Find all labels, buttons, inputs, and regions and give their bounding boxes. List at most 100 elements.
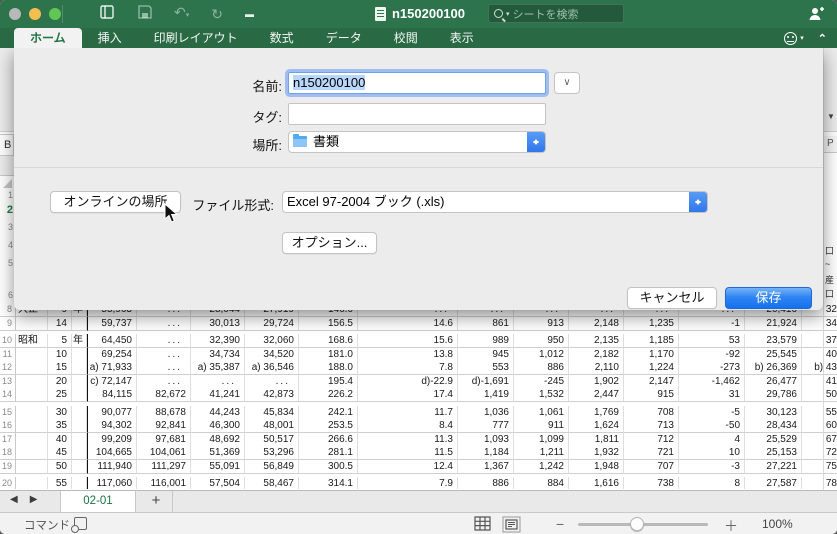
ribbon-tab-4[interactable]: データ [310, 28, 378, 48]
grid-cell: 14.6 [358, 316, 458, 331]
grid-cell: 50 [48, 459, 72, 474]
grid-cell [72, 459, 87, 474]
sheet-tabstrip: ◀ ▶ 02-01 + [0, 490, 837, 512]
row-header[interactable]: 2 [0, 204, 13, 216]
sheet-tab-02-01[interactable]: 02-01 [60, 491, 136, 512]
grid-cell: 48,001 [245, 419, 299, 433]
grid-cell: 989 [458, 334, 514, 348]
save-button[interactable]: 保存 [725, 287, 812, 309]
tags-field[interactable] [288, 103, 546, 125]
grid-cell: 1,419 [458, 388, 514, 402]
grid-cell [16, 347, 48, 362]
expand-dialog-button[interactable]: ∨ [554, 72, 580, 94]
filename-field[interactable]: n150200100 [288, 72, 546, 94]
save-icon[interactable] [138, 5, 152, 23]
grid-cell [72, 432, 87, 447]
feedback-smiley-icon[interactable]: ▾ [784, 31, 804, 45]
ribbon-tab-1[interactable]: 挿入 [82, 28, 138, 48]
grid-cell: 11.3 [358, 432, 458, 447]
grid-cell: d)-22.9 [358, 374, 458, 389]
grid-cell: -92 [679, 347, 745, 362]
zoom-in-button[interactable]: ＋ [724, 516, 738, 534]
column-header-p[interactable]: P [824, 136, 837, 153]
grid-cell: -245 [514, 374, 569, 389]
grid-cell: 12.4 [358, 459, 458, 474]
grid-cell: -1,462 [679, 374, 745, 389]
grid-cell: 226.2 [299, 388, 358, 402]
grid-cell: 14 [48, 316, 72, 331]
ribbon-tab-2[interactable]: 印刷レイアウト [138, 28, 254, 48]
sidebar-toggle-icon[interactable] [100, 5, 116, 23]
zoom-out-button[interactable]: − [556, 516, 564, 532]
grid-cell: 11.7 [358, 405, 458, 420]
grid-cell: ... [137, 334, 191, 348]
grid-cell: 45 [48, 446, 72, 460]
macro-record-icon[interactable] [71, 517, 87, 533]
grid-cell: 1,769 [569, 405, 624, 420]
file-format-dropdown[interactable]: Excel 97-2004 ブック (.xls) [282, 191, 708, 213]
grid-cell: 20 [48, 374, 72, 389]
grid-cell: 1,061 [514, 405, 569, 420]
grid-cell: 2,135 [569, 334, 624, 348]
chevron-down-icon[interactable]: ▼ [827, 112, 835, 121]
cancel-button[interactable]: キャンセル [627, 287, 717, 309]
ribbon-tab-3[interactable]: 数式 [254, 28, 310, 48]
formula-bar-fragment [0, 156, 14, 176]
options-button[interactable]: オプション... [282, 232, 377, 254]
grid-cell: 2,447 [569, 388, 624, 402]
search-placeholder: シートを検索 [512, 8, 579, 21]
window-title: n150200100 [391, 6, 465, 21]
redo-icon[interactable]: ↻ [211, 5, 223, 23]
zoom-button[interactable] [49, 8, 61, 20]
grid-cell: 712 [624, 432, 679, 447]
row-header[interactable]: 4 [0, 240, 13, 250]
zoom-slider-knob[interactable] [630, 517, 644, 531]
row-header[interactable]: 6 [0, 290, 13, 300]
zoom-slider[interactable] [578, 517, 708, 531]
name-box[interactable]: B [0, 134, 14, 156]
row-header[interactable]: 3 [0, 222, 13, 232]
prev-sheet-icon[interactable]: ◀ [10, 494, 18, 505]
select-all-corner[interactable] [3, 179, 12, 188]
grid-cell: 1,036 [458, 405, 514, 420]
grid-cell: a) 36,546 [245, 361, 299, 375]
undo-icon[interactable]: ↶▾ [174, 3, 189, 25]
table-row: 12 15 a) 71,933... a) 35,387 a) 36,546 188.0 7… [0, 361, 837, 375]
grid-cell: ... [137, 347, 191, 362]
grid-cell: 30 [48, 405, 72, 420]
next-sheet-icon[interactable]: ▶ [30, 494, 38, 505]
grid-cell: 25 [48, 388, 72, 402]
grid-cell: ... [137, 361, 191, 375]
minimize-button[interactable] [29, 8, 41, 20]
page-layout-view-icon[interactable] [502, 516, 521, 534]
search-input[interactable]: ▾ シートを検索 [488, 4, 624, 23]
ribbon-tab-6[interactable]: 表示 [434, 28, 490, 48]
ribbon-tab-0[interactable]: ホーム [14, 28, 82, 48]
grid-cell [72, 446, 87, 460]
ribbon-tab-5[interactable]: 校閲 [378, 28, 434, 48]
grid-cell: 56,849 [245, 459, 299, 474]
table-row: 14 25 84,115 82,672 41,241 42,873 226.2 17.4 1,4… [0, 388, 837, 402]
toolbar-options-icon[interactable]: ▬ [245, 5, 254, 23]
grid-cell: 55,091 [191, 459, 245, 474]
zoom-percentage: 100% [762, 517, 793, 531]
row-header[interactable]: 1 [0, 190, 13, 200]
search-scope-chevron-icon[interactable]: ▾ [506, 10, 510, 18]
add-sheet-button[interactable]: + [146, 491, 166, 512]
share-person-icon[interactable] [807, 6, 825, 24]
collapse-ribbon-icon[interactable]: ⌃ [818, 32, 827, 45]
row-header[interactable]: 5 [0, 258, 13, 268]
grid-cell: 25,153 [745, 446, 802, 460]
online-locations-button[interactable]: オンラインの場所 [50, 191, 181, 213]
grid-cell: 777 [458, 419, 514, 433]
grid-cell: 721 [624, 446, 679, 460]
grid-cell: 168.6 [299, 334, 358, 348]
close-button[interactable] [9, 8, 21, 20]
cell-text-fragment: 口 [825, 289, 835, 299]
where-dropdown[interactable]: 書類 [288, 131, 546, 153]
normal-view-icon[interactable] [474, 516, 491, 534]
grid-cell: 195.4 [299, 374, 358, 389]
search-icon [494, 9, 503, 18]
grid-cell: 35 [48, 419, 72, 433]
grid-cell: ... [137, 374, 191, 389]
